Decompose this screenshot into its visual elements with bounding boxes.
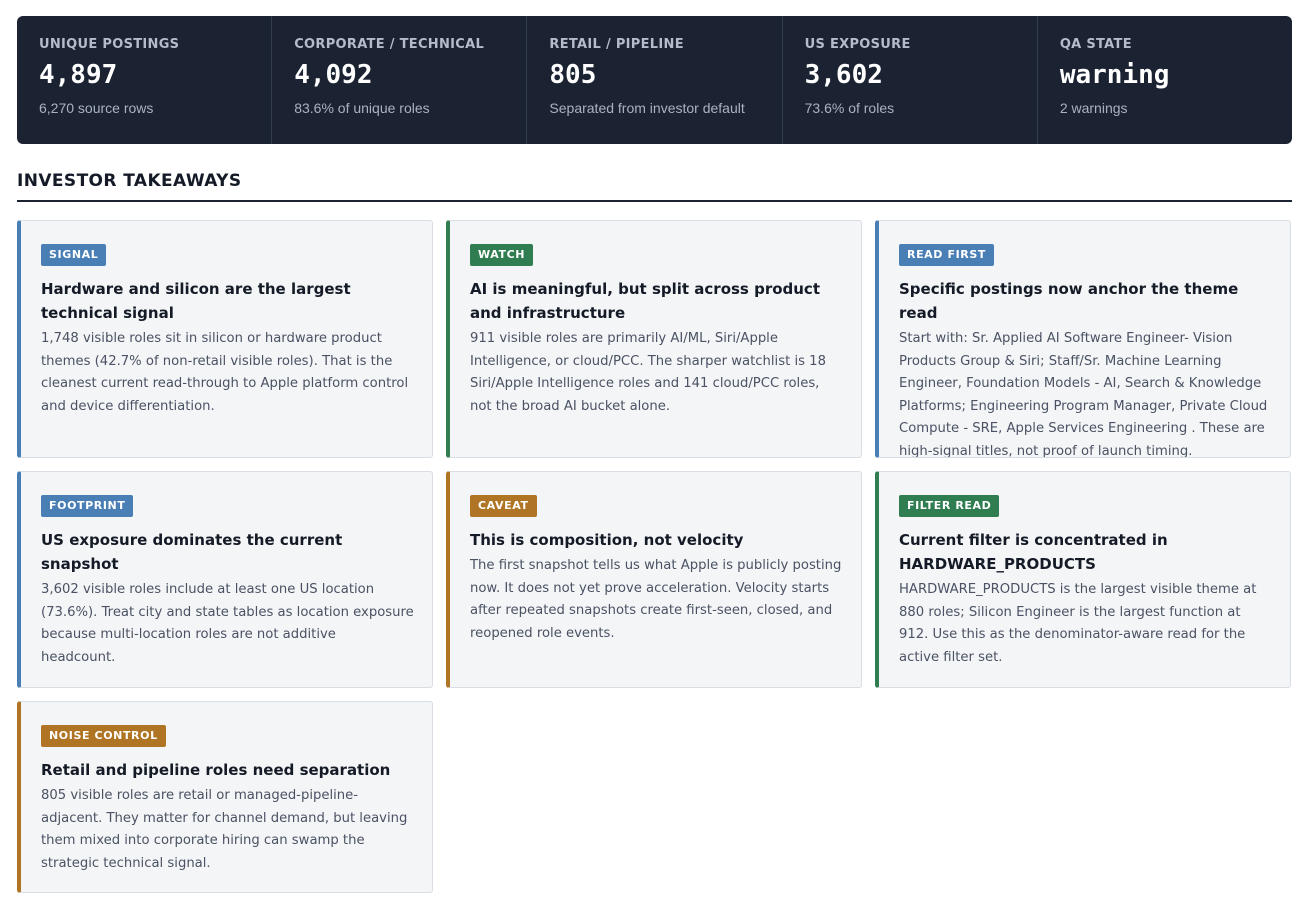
card-title: AI is meaningful, but split across produ… xyxy=(470,280,820,322)
kpi-subtext: 6,270 source rows xyxy=(39,100,154,116)
kpi-us-exposure: US EXPOSURE 3,602 73.6% of roles xyxy=(783,16,1038,144)
kpi-retail-pipeline: RETAIL / PIPELINE 805 Separated from inv… xyxy=(527,16,783,144)
kpi-subtext: 2 warnings xyxy=(1059,100,1128,116)
kpi-summary-bar: UNIQUE POSTINGS 4,897 6,270 source rows … xyxy=(17,16,1292,144)
card-title: This is composition, not velocity xyxy=(470,531,744,549)
kpi-label: CORPORATE / TECHNICAL xyxy=(294,37,485,52)
card-title: Current filter is concentrated in HARDWA… xyxy=(899,531,1168,573)
kpi-value: 3,602 xyxy=(804,60,883,90)
card-title: US exposure dominates the current snapsh… xyxy=(41,531,343,573)
takeaway-card-watch: WATCH AI is meaningful, but split across… xyxy=(446,220,862,458)
card-tag-badge: FILTER READ xyxy=(899,495,1000,517)
kpi-label: RETAIL / PIPELINE xyxy=(549,37,684,52)
card-title: Hardware and silicon are the largest tec… xyxy=(41,280,351,322)
kpi-subtext: 73.6% of roles xyxy=(804,100,895,116)
card-body: Start with: Sr. Applied AI Software Engi… xyxy=(899,331,1268,458)
card-title: Specific postings now anchor the theme r… xyxy=(899,280,1239,322)
card-tag-badge: READ FIRST xyxy=(899,244,994,266)
takeaway-cards: SIGNAL Hardware and silicon are the larg… xyxy=(17,220,1292,893)
kpi-value: 805 xyxy=(549,60,597,90)
kpi-qa-state: QA STATE warning 2 warnings xyxy=(1038,16,1292,144)
kpi-value: warning xyxy=(1059,60,1170,90)
kpi-label: QA STATE xyxy=(1059,37,1132,52)
takeaway-card-signal: SIGNAL Hardware and silicon are the larg… xyxy=(17,220,433,458)
takeaway-card-footprint: FOOTPRINT US exposure dominates the curr… xyxy=(17,471,433,688)
card-body: 805 visible roles are retail or managed-… xyxy=(41,788,408,871)
card-tag-badge: FOOTPRINT xyxy=(41,495,134,517)
kpi-label: US EXPOSURE xyxy=(804,37,911,52)
card-body: 1,748 visible roles sit in silicon or ha… xyxy=(41,331,409,414)
kpi-corporate-technical: CORPORATE / TECHNICAL 4,092 83.6% of uni… xyxy=(272,16,528,144)
kpi-subtext: Separated from investor default xyxy=(549,100,745,116)
card-body: The first snapshot tells us what Apple i… xyxy=(470,558,842,641)
card-body: HARDWARE_PRODUCTS is the largest visible… xyxy=(899,582,1257,665)
card-tag-badge: WATCH xyxy=(470,244,534,266)
section-title: INVESTOR TAKEAWAYS xyxy=(17,171,1292,202)
card-tag-badge: CAVEAT xyxy=(470,495,537,517)
kpi-subtext: 83.6% of unique roles xyxy=(294,100,430,116)
kpi-value: 4,897 xyxy=(39,60,118,90)
card-title: Retail and pipeline roles need separatio… xyxy=(41,761,391,779)
card-tag-badge: SIGNAL xyxy=(41,244,107,266)
takeaway-card-noise-control: NOISE CONTROL Retail and pipeline roles … xyxy=(17,701,433,893)
card-body: 3,602 visible roles include at least one… xyxy=(41,582,414,665)
kpi-label: UNIQUE POSTINGS xyxy=(39,37,180,52)
kpi-unique-postings: UNIQUE POSTINGS 4,897 6,270 source rows xyxy=(17,16,273,144)
kpi-value: 4,092 xyxy=(294,60,373,90)
takeaway-card-filter-read: FILTER READ Current filter is concentrat… xyxy=(875,471,1291,688)
card-tag-badge: NOISE CONTROL xyxy=(41,725,166,747)
takeaway-card-read-first: READ FIRST Specific postings now anchor … xyxy=(875,220,1291,458)
takeaway-card-caveat: CAVEAT This is composition, not velocity… xyxy=(446,471,862,688)
card-body: 911 visible roles are primarily AI/ML, S… xyxy=(470,331,826,414)
